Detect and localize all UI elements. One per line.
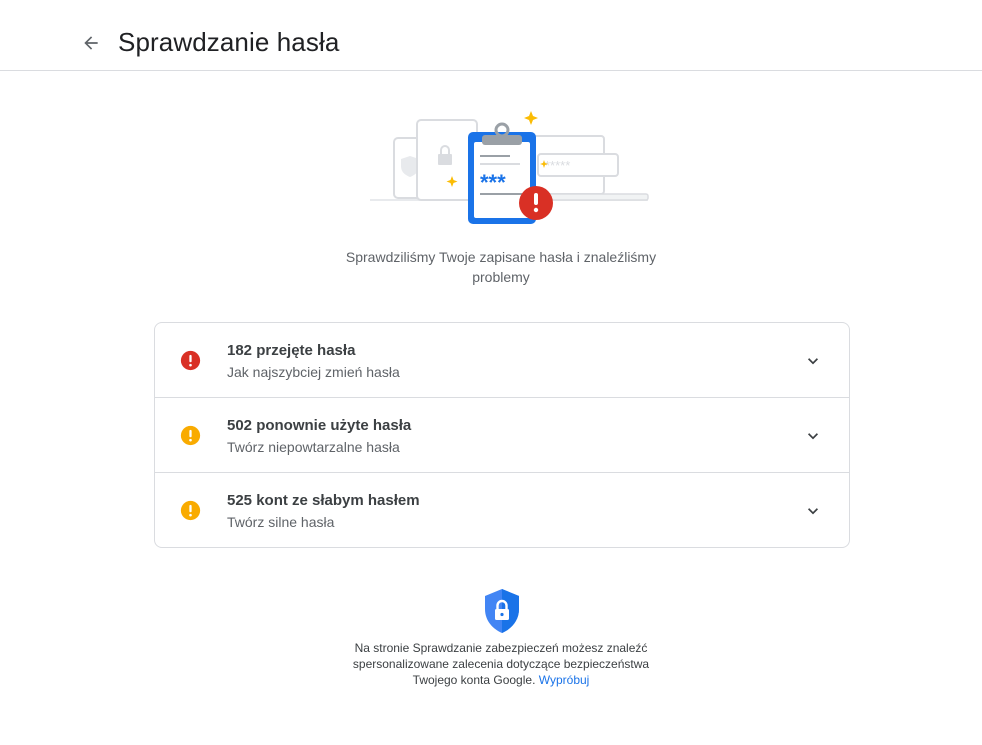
issue-reused[interactable]: 502 ponownie użyte hasła Twórz niepowtar…	[155, 398, 849, 473]
svg-text:***: ***	[480, 170, 506, 195]
security-checkup-note: Na stronie Sprawdzanie zabezpieczeń może…	[340, 640, 662, 688]
hero-illustration: ***** ***	[360, 108, 660, 233]
issue-compromised[interactable]: 182 przejęte hasła Jak najszybciej zmień…	[155, 323, 849, 398]
back-button[interactable]	[76, 28, 106, 58]
chevron-down-icon[interactable]	[803, 426, 823, 446]
issue-subtitle: Jak najszybciej zmień hasła	[227, 364, 400, 380]
warning-icon	[180, 500, 201, 521]
shield-lock-icon	[485, 589, 519, 633]
app-header: Sprawdzanie hasła	[0, 0, 982, 71]
issue-title: 502 ponownie użyte hasła	[227, 417, 412, 434]
error-icon	[180, 350, 201, 371]
chevron-down-icon[interactable]	[803, 351, 823, 371]
issue-subtitle: Twórz niepowtarzalne hasła	[227, 439, 400, 455]
page-title: Sprawdzanie hasła	[118, 27, 340, 57]
warning-icon	[180, 425, 201, 446]
issue-weak[interactable]: 525 kont ze słabym hasłem Twórz silne ha…	[155, 473, 849, 547]
svg-text:*****: *****	[545, 158, 570, 173]
check-summary: Sprawdziliśmy Twoje zapisane hasła i zna…	[345, 249, 657, 285]
arrow-back-icon	[84, 36, 98, 50]
try-it-link[interactable]: Wypróbuj	[539, 673, 590, 687]
issue-title: 525 kont ze słabym hasłem	[227, 492, 420, 509]
footer-text: Na stronie Sprawdzanie zabezpieczeń może…	[352, 641, 650, 687]
issues-list: 182 przejęte hasła Jak najszybciej zmień…	[154, 322, 850, 548]
chevron-down-icon[interactable]	[803, 501, 823, 521]
issue-title: 182 przejęte hasła	[227, 342, 356, 359]
issue-subtitle: Twórz silne hasła	[227, 514, 335, 530]
